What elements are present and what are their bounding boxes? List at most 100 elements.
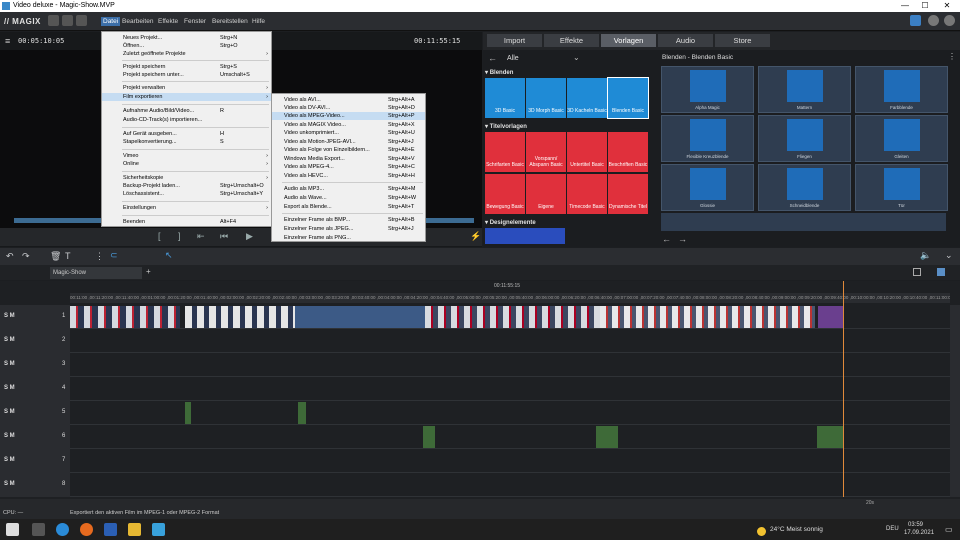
menu-item-stapel[interactable]: Stapelkonvertierung... S: [102, 138, 271, 146]
menu-effekte[interactable]: Effekte: [158, 18, 178, 25]
menu-item-magix-video[interactable]: Video als MAGIX Video... Strg+Alt+X: [272, 121, 425, 129]
add-tab-icon[interactable]: +: [146, 267, 151, 276]
forward-arrow-icon[interactable]: →: [678, 234, 687, 244]
magic-icon[interactable]: [910, 15, 921, 26]
notification-icon[interactable]: ▭: [945, 525, 953, 534]
tile-3d-basic[interactable]: 3D Basic: [485, 78, 525, 118]
back-arrow-icon[interactable]: ←: [488, 53, 497, 63]
audio-clip[interactable]: [596, 426, 618, 448]
grid-tile-glossie[interactable]: Glossie: [661, 164, 754, 211]
language[interactable]: DEU: [886, 526, 899, 532]
video-clip[interactable]: [600, 306, 815, 328]
menu-bearbeiten[interactable]: Bearbeiten: [122, 18, 153, 25]
menu-item-beenden[interactable]: Beenden Alt+F4: [102, 218, 271, 226]
menu-item-mjpeg[interactable]: Video als Motion-JPEG-AVI... Strg+Alt+J: [272, 138, 425, 146]
tile-dynamische-titel[interactable]: Dynamische Titel: [608, 174, 648, 214]
open-icon[interactable]: [62, 15, 73, 26]
chevron-down-icon[interactable]: ⌄: [573, 53, 580, 62]
menu-item-audio-cd[interactable]: Audio-CD-Track(s) importieren...: [102, 116, 271, 124]
back-arrow-icon[interactable]: ←: [662, 234, 671, 244]
edge-icon[interactable]: [56, 523, 69, 536]
explorer-icon[interactable]: [128, 523, 141, 536]
tile-untertitel-basic[interactable]: Untertitel Basic: [567, 132, 607, 172]
menu-item-vimeo[interactable]: Vimeo ›: [102, 152, 271, 160]
menu-bereitstellen[interactable]: Bereitstellen: [212, 18, 248, 25]
split-icon[interactable]: ⋮: [95, 251, 104, 262]
delete-icon[interactable]: 🗑: [50, 251, 61, 262]
cut-icon[interactable]: ⚡: [470, 231, 481, 242]
volume-icon[interactable]: 🔈: [920, 250, 931, 261]
menu-item-einzelbilder[interactable]: Video als Folge von Einzelbildern... Strg…: [272, 146, 425, 154]
grid-tile-farbblende[interactable]: Farbblende: [855, 66, 948, 113]
magix-taskbar-icon[interactable]: [152, 523, 165, 536]
gear-icon[interactable]: [928, 15, 939, 26]
word-icon[interactable]: [104, 523, 117, 536]
menu-item-oeffnen[interactable]: Öffnen... Strg+O: [102, 42, 271, 50]
menu-item-verwalten[interactable]: Projekt verwalten ›: [102, 84, 271, 92]
menu-item-dv-avi[interactable]: Video als DV-AVI... Strg+Alt+D: [272, 104, 425, 112]
back-icon[interactable]: ⇤: [197, 231, 205, 242]
horizontal-scrollbar[interactable]: 20s: [0, 499, 960, 508]
tab-vorlagen[interactable]: Vorlagen: [601, 34, 656, 47]
category-titelvorlagen[interactable]: ▾ Titelvorlagen: [485, 123, 527, 130]
collapse-icon[interactable]: ⌄: [945, 250, 953, 261]
video-clip[interactable]: [425, 306, 600, 328]
tile-vorspann-basic[interactable]: Vorspann/ Abspann Basic: [526, 132, 566, 172]
play-icon[interactable]: ▶: [246, 231, 253, 242]
redo-icon[interactable]: ↷: [22, 251, 30, 262]
menu-datei[interactable]: Datei: [101, 17, 121, 26]
menu-item-mpeg[interactable]: Video als MPEG-Video... Strg+Alt+P: [272, 112, 425, 120]
menu-item-hevc[interactable]: Video als HEVC... Strg+Alt+H: [272, 172, 425, 180]
grid-tile-alpha-magic[interactable]: Alpha Magic: [661, 66, 754, 113]
video-clip[interactable]: [185, 306, 295, 328]
clock-time[interactable]: 03:59: [908, 522, 923, 528]
maximize-icon[interactable]: ☐: [918, 1, 932, 11]
grid-tile-flexible-kreuzblende[interactable]: Flexible Kreuzblende: [661, 115, 754, 162]
help-icon[interactable]: [944, 15, 955, 26]
pointer-icon[interactable]: ↖: [165, 250, 173, 261]
menu-fenster[interactable]: Fenster: [184, 18, 206, 25]
tab-effekte[interactable]: Effekte: [544, 34, 599, 47]
grid-tile-gleiten[interactable]: Gleiten: [855, 115, 948, 162]
category-designelemente[interactable]: ▾ Designelemente: [485, 219, 536, 226]
menu-item-blende[interactable]: Export als Blende... Strg+Alt+T: [272, 203, 425, 211]
tile-bewegung-basic[interactable]: Bewegung Basic: [485, 174, 525, 214]
tile-3d-kacheln-basic[interactable]: 3D Kacheln Basic: [567, 78, 607, 118]
tile-schriftarten-basic[interactable]: Schrifarten Basic: [485, 132, 525, 172]
playhead[interactable]: [843, 281, 844, 497]
audio-clip[interactable]: [423, 426, 435, 448]
video-clip[interactable]: [818, 306, 843, 328]
audio-clip[interactable]: [185, 402, 191, 424]
vertical-scrollbar[interactable]: [950, 305, 960, 497]
zoom-level[interactable]: 20s: [866, 500, 874, 506]
menu-item-zuletzt[interactable]: Zuletzt geöffnete Projekte ›: [102, 50, 271, 58]
menu-item-wmv[interactable]: Windows Media Export... Strg+Alt+V: [272, 155, 425, 163]
settings-icon[interactable]: [76, 15, 87, 26]
audio-clip[interactable]: [817, 426, 843, 448]
menu-hilfe[interactable]: Hilfe: [252, 18, 265, 25]
grid-tile-fliegen[interactable]: Fliegen: [758, 115, 851, 162]
tab-import[interactable]: Import: [487, 34, 542, 47]
menu-item-mp3[interactable]: Audio als MP3... Strg+Alt+M: [272, 185, 425, 193]
tab-audio[interactable]: Audio: [658, 34, 713, 47]
grid-tile-schneidblende[interactable]: Schneidblende: [758, 164, 851, 211]
firefox-icon[interactable]: [80, 523, 93, 536]
tab-magic-show[interactable]: Magic-Show: [50, 267, 142, 279]
menu-item-speichern[interactable]: Projekt speichern Strg+S: [102, 63, 271, 71]
menu-item-neues-projekt[interactable]: Neues Projekt... Strg+N: [102, 34, 271, 42]
close-icon[interactable]: ✕: [940, 1, 954, 11]
windows-start-icon[interactable]: [6, 523, 19, 536]
menu-item-wave[interactable]: Audio als Wave... Strg+Alt+W: [272, 194, 425, 202]
link-icon[interactable]: ⊂: [110, 250, 118, 261]
menu-item-speichern-unter[interactable]: Projekt speichern unter... Umschalt+S: [102, 71, 271, 79]
video-clip[interactable]: [70, 306, 180, 328]
tile-beschriften-basic[interactable]: Beschriften Basic: [608, 132, 648, 172]
more-icon[interactable]: ⋮: [948, 52, 956, 61]
tile-3d-morph-basic[interactable]: 3D Morph Basic: [526, 78, 566, 118]
weather[interactable]: 24°C Meist sonnig: [770, 526, 823, 533]
menu-item-loeschassistent[interactable]: Löschassistent... Strg+Umschalt+Y: [102, 190, 271, 198]
menu-item-einstellungen[interactable]: Einstellungen ›: [102, 204, 271, 212]
menu-item-png[interactable]: Einzelner Frame als PNG...: [272, 234, 425, 242]
view-icon[interactable]: [913, 268, 921, 276]
grid-tile-mattern[interactable]: Mattern: [758, 66, 851, 113]
